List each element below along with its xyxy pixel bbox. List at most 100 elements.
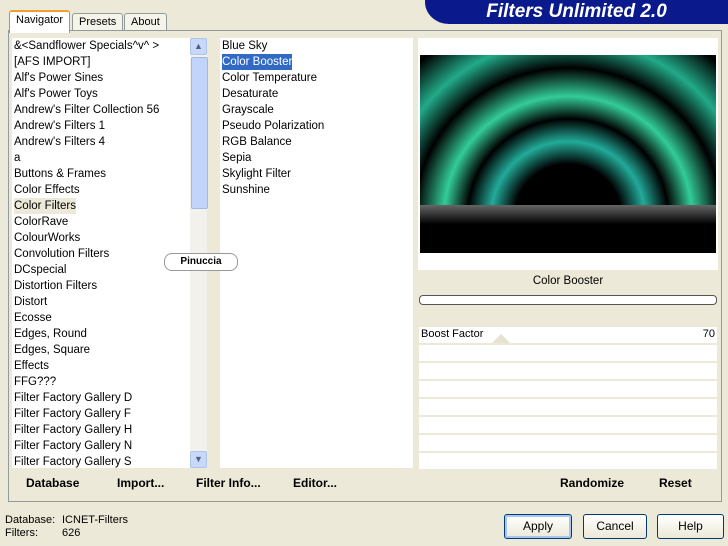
list-item[interactable]: Filter Factory Gallery D — [12, 390, 190, 406]
param-row-empty — [419, 345, 717, 363]
filter-list[interactable]: Blue Sky Color Booster Color Temperature De… — [220, 38, 413, 468]
list-item[interactable]: Sepia — [220, 150, 413, 166]
list-item[interactable]: FFG??? — [12, 374, 190, 390]
list-item[interactable]: Andrew's Filters 4 — [12, 134, 190, 150]
list-item[interactable]: [AFS IMPORT] — [12, 54, 190, 70]
list-item-label: Skylight Filter — [222, 168, 292, 180]
param-row-empty — [419, 381, 717, 399]
list-item[interactable]: Grayscale — [220, 102, 413, 118]
list-item[interactable]: Sunshine — [220, 182, 413, 198]
preview-filter-name: Color Booster — [532, 275, 604, 287]
list-item[interactable]: Filter Factory Gallery S — [12, 454, 190, 468]
list-item[interactable]: Blue Sky — [220, 38, 413, 54]
param-value: 70 — [702, 328, 715, 340]
list-item-label: Sunshine — [222, 184, 270, 196]
list-item[interactable]: Skylight Filter — [220, 166, 413, 182]
list-item-label: Filter Factory Gallery F — [14, 408, 131, 420]
list-item-label: RGB Balance — [222, 136, 292, 148]
status-database-value: ICNET-Filters — [62, 514, 128, 526]
list-item-label: Color Filters — [14, 198, 76, 214]
list-item-label: Andrew's Filter Collection 56 — [14, 104, 160, 116]
list-item-label: Ecosse — [14, 312, 52, 324]
list-item-label: Sepia — [222, 152, 252, 164]
apply-button[interactable]: Apply — [504, 514, 572, 539]
reset-button[interactable]: Reset — [659, 476, 692, 490]
scroll-up-icon[interactable]: ▲ — [190, 38, 207, 55]
preview-area — [418, 38, 718, 270]
param-row-empty — [419, 363, 717, 381]
list-item[interactable]: ColourWorks — [12, 230, 190, 246]
tab-about[interactable]: About — [124, 13, 167, 31]
param-row-empty — [419, 453, 717, 471]
list-item[interactable]: Buttons & Frames — [12, 166, 190, 182]
list-item-label: a — [14, 152, 21, 164]
list-item[interactable]: Color Temperature — [220, 70, 413, 86]
list-item[interactable]: Andrew's Filters 1 — [12, 118, 190, 134]
list-item[interactable]: Filter Factory Gallery F — [12, 406, 190, 422]
list-item[interactable]: Effects — [12, 358, 190, 374]
list-item[interactable]: Color Booster — [220, 54, 413, 70]
list-item-label: Buttons & Frames — [14, 168, 107, 180]
editor-button[interactable]: Editor... — [293, 476, 337, 490]
scroll-down-icon[interactable]: ▼ — [190, 451, 207, 468]
watermark: Pinuccia — [164, 253, 238, 271]
list-item-label: Edges, Round — [14, 328, 87, 340]
list-item[interactable]: Color Filters — [12, 198, 190, 214]
list-item-label: ColorRave — [14, 216, 69, 228]
param-row-empty — [419, 435, 717, 453]
list-item-label: Edges, Square — [14, 344, 91, 356]
tab-presets[interactable]: Presets — [72, 13, 124, 31]
status-filters-value: 626 — [62, 527, 81, 539]
list-item-label: Blue Sky — [222, 40, 268, 52]
list-item[interactable]: Alf's Power Sines — [12, 70, 190, 86]
list-item[interactable]: Filter Factory Gallery N — [12, 438, 190, 454]
preview-image — [420, 55, 716, 253]
list-item-label: [AFS IMPORT] — [14, 56, 91, 68]
list-item-label: Filter Factory Gallery S — [14, 456, 132, 468]
filter-info-button[interactable]: Filter Info... — [196, 476, 261, 490]
param-row-empty — [419, 417, 717, 435]
list-item-label: Alf's Power Toys — [14, 88, 98, 100]
list-item[interactable]: Andrew's Filter Collection 56 — [12, 102, 190, 118]
list-item[interactable]: a — [12, 150, 190, 166]
list-item-label: Color Booster — [222, 54, 293, 70]
list-item[interactable]: RGB Balance — [220, 134, 413, 150]
list-item-label: Desaturate — [222, 88, 279, 100]
list-item-label: Color Temperature — [222, 72, 318, 84]
list-item-label: Grayscale — [222, 104, 274, 116]
status-database-label: Database: — [5, 514, 56, 526]
list-item[interactable]: Distortion Filters — [12, 278, 190, 294]
list-item[interactable]: Desaturate — [220, 86, 413, 102]
list-item[interactable]: &<Sandflower Specials^v^ > — [12, 38, 190, 54]
list-item-label: Pseudo Polarization — [222, 120, 325, 132]
scroll-thumb[interactable] — [191, 57, 208, 209]
list-item[interactable]: ColorRave — [12, 214, 190, 230]
param-row-empty — [419, 399, 717, 417]
param-boost-factor[interactable]: Boost Factor 70 — [419, 327, 717, 345]
slider-thumb[interactable] — [491, 334, 510, 343]
list-item[interactable]: Edges, Square — [12, 342, 190, 358]
status-filters-label: Filters: — [5, 527, 38, 539]
list-item-label: Andrew's Filters 1 — [14, 120, 106, 132]
database-button[interactable]: Database — [26, 476, 79, 490]
randomize-button[interactable]: Randomize — [560, 476, 624, 490]
list-item[interactable]: Color Effects — [12, 182, 190, 198]
list-item[interactable]: Edges, Round — [12, 326, 190, 342]
list-item-label: Alf's Power Sines — [14, 72, 104, 84]
list-item-label: Filter Factory Gallery H — [14, 424, 133, 436]
list-item[interactable]: Ecosse — [12, 310, 190, 326]
list-item[interactable]: Distort — [12, 294, 190, 310]
list-item[interactable]: Alf's Power Toys — [12, 86, 190, 102]
category-list[interactable]: &<Sandflower Specials^v^ > [AFS IMPORT] Al… — [12, 38, 190, 468]
tab-navigator[interactable]: Navigator — [9, 10, 71, 33]
cancel-button[interactable]: Cancel — [583, 514, 647, 539]
list-item-label: Color Effects — [14, 184, 80, 196]
app-title: Filters Unlimited 2.0 — [425, 0, 728, 24]
import-button[interactable]: Import... — [117, 476, 164, 490]
help-button[interactable]: Help — [657, 514, 724, 539]
list-item-label: Distort — [14, 296, 48, 308]
list-item[interactable]: Pseudo Polarization — [220, 118, 413, 134]
list-item-label: Filter Factory Gallery N — [14, 440, 133, 452]
list-item[interactable]: Filter Factory Gallery H — [12, 422, 190, 438]
list-item-label: Andrew's Filters 4 — [14, 136, 106, 148]
